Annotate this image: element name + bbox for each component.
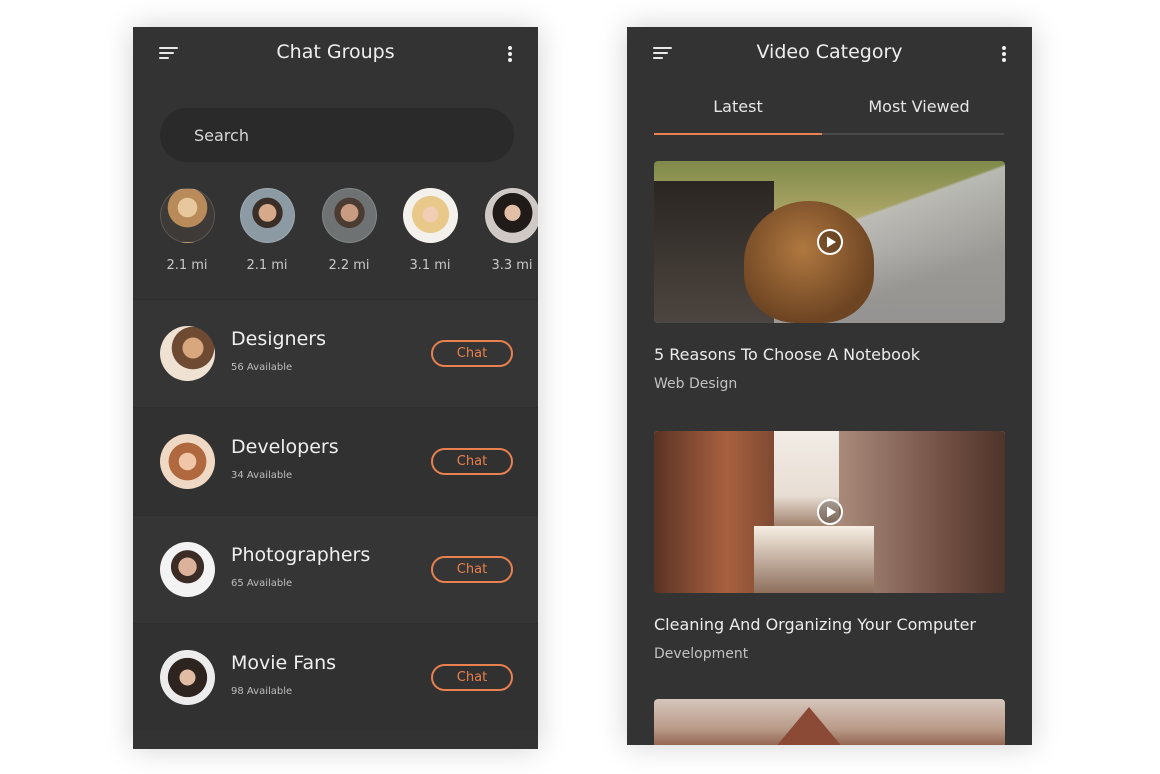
distance-label: 2.1 mi bbox=[166, 258, 208, 273]
group-list: Designers 56 Available Chat Developers 3… bbox=[133, 299, 538, 731]
tab-bar: Latest Most Viewed bbox=[654, 91, 1004, 135]
nearby-user[interactable]: 3.1 mi bbox=[400, 188, 460, 273]
group-available: 98 Available bbox=[231, 686, 293, 697]
tab-most-viewed[interactable]: Most Viewed bbox=[834, 97, 1004, 116]
avatar bbox=[160, 542, 215, 597]
avatar bbox=[484, 188, 538, 243]
list-item[interactable]: Photographers 65 Available Chat bbox=[133, 515, 538, 623]
app-bar: Video Category bbox=[627, 27, 1032, 83]
video-category: Web Design bbox=[654, 376, 738, 392]
nearby-user[interactable]: 2.2 mi bbox=[319, 188, 379, 273]
avatar bbox=[160, 434, 215, 489]
roof-shape bbox=[774, 707, 844, 745]
avatar bbox=[321, 188, 377, 243]
video-thumbnail[interactable] bbox=[654, 699, 1005, 745]
play-icon[interactable] bbox=[816, 498, 844, 526]
group-name: Photographers bbox=[231, 544, 371, 566]
avatar bbox=[402, 188, 458, 243]
canal-water-shape bbox=[754, 526, 874, 593]
avatar bbox=[160, 650, 215, 705]
active-tab-indicator bbox=[654, 133, 822, 135]
avatar bbox=[160, 326, 215, 381]
chat-groups-screen: Chat Groups 2.1 mi 2.1 mi 2.2 mi 3.1 mi … bbox=[133, 27, 538, 749]
nearby-user[interactable]: 2.1 mi bbox=[237, 188, 297, 273]
play-icon[interactable] bbox=[816, 228, 844, 256]
video-card[interactable]: Cleaning And Organizing Your Computer De… bbox=[654, 431, 1005, 662]
distance-label: 3.1 mi bbox=[409, 258, 451, 273]
video-title[interactable]: 5 Reasons To Choose A Notebook bbox=[654, 345, 1005, 364]
group-available: 34 Available bbox=[231, 470, 293, 481]
page-title: Video Category bbox=[756, 41, 903, 63]
nearby-user[interactable]: 3.3 mi bbox=[482, 188, 538, 273]
page-title: Chat Groups bbox=[276, 41, 395, 63]
distance-label: 3.3 mi bbox=[491, 258, 533, 273]
app-bar: Chat Groups bbox=[133, 27, 538, 83]
more-vertical-icon[interactable] bbox=[998, 45, 1010, 65]
video-category-screen: Video Category Latest Most Viewed 5 Reas… bbox=[627, 27, 1032, 745]
video-category: Development bbox=[654, 646, 749, 662]
avatar bbox=[239, 188, 295, 243]
distance-label: 2.2 mi bbox=[328, 258, 370, 273]
group-available: 56 Available bbox=[231, 362, 293, 373]
search-input[interactable] bbox=[160, 108, 514, 162]
avatar bbox=[159, 188, 215, 243]
video-card[interactable]: 5 Reasons To Choose A Notebook Web Desig… bbox=[654, 161, 1005, 392]
more-vertical-icon[interactable] bbox=[504, 45, 516, 65]
video-card[interactable] bbox=[654, 699, 1005, 745]
video-title[interactable]: Cleaning And Organizing Your Computer bbox=[654, 615, 1005, 634]
tab-latest[interactable]: Latest bbox=[654, 97, 822, 116]
chat-button[interactable]: Chat bbox=[431, 448, 513, 475]
list-item[interactable]: Designers 56 Available Chat bbox=[133, 299, 538, 407]
distance-label: 2.1 mi bbox=[246, 258, 288, 273]
nearby-users: 2.1 mi 2.1 mi 2.2 mi 3.1 mi 3.3 mi bbox=[133, 182, 538, 297]
chat-button[interactable]: Chat bbox=[431, 556, 513, 583]
chat-button[interactable]: Chat bbox=[431, 340, 513, 367]
chat-button[interactable]: Chat bbox=[431, 664, 513, 691]
group-name: Developers bbox=[231, 436, 339, 458]
video-thumbnail[interactable] bbox=[654, 431, 1005, 593]
group-name: Movie Fans bbox=[231, 652, 337, 674]
nearby-user[interactable]: 2.1 mi bbox=[157, 188, 217, 273]
list-item[interactable]: Movie Fans 98 Available Chat bbox=[133, 623, 538, 731]
group-available: 65 Available bbox=[231, 578, 293, 589]
group-name: Designers bbox=[231, 328, 326, 350]
list-item[interactable]: Developers 34 Available Chat bbox=[133, 407, 538, 515]
hair-shape bbox=[744, 201, 874, 323]
video-thumbnail[interactable] bbox=[654, 161, 1005, 323]
